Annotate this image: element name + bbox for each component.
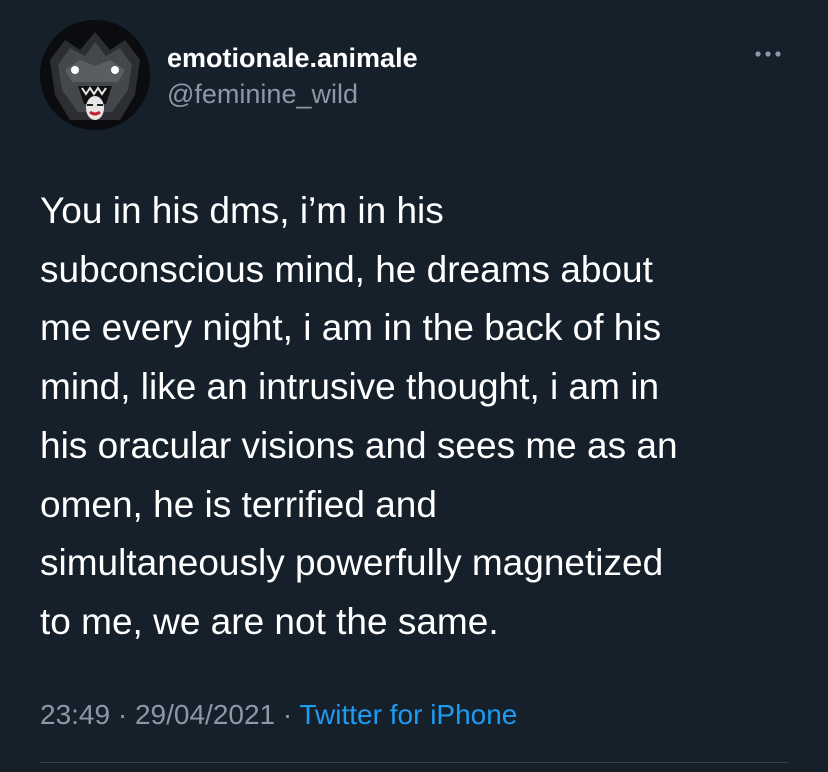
tweet-card: emotionale.animale @feminine_wild You in… [0,0,828,772]
tweet-meta: 23:49 · 29/04/2021 · Twitter for iPhone [40,697,517,733]
tweet-source-link[interactable]: Twitter for iPhone [300,699,518,730]
tweet-header: emotionale.animale @feminine_wild [40,20,788,130]
tweet-text-line: mind, like an intrusive thought, i am in [40,366,660,408]
divider [40,762,788,763]
tweet-text-line: his oracular visions and sees me as an [40,424,678,466]
tweet-text-line: You in his dms, i’m in his [40,190,444,231]
tweet-date[interactable]: 29/04/2021 [135,699,275,730]
user-names: emotionale.animale @feminine_wild [167,42,418,110]
meta-separator: · [110,699,135,730]
user-handle[interactable]: @feminine_wild [167,78,418,110]
tweet-time[interactable]: 23:49 [40,699,110,730]
more-options-icon[interactable] [748,42,788,66]
display-name[interactable]: emotionale.animale [167,42,418,74]
tweet-text-line: omen, he is terrified and [40,483,437,525]
wolf-avatar-icon[interactable] [40,20,150,130]
tweet-text-line: to me, we are not the same. [40,600,499,642]
meta-separator: · [275,699,300,730]
tweet-text-line: simultaneously powerfully magnetized [40,542,664,584]
tweet-text-line: me every night, i am in the back of his [40,307,662,349]
tweet-text-line: subconscious mind, he dreams about [40,248,653,290]
tweet-text: You in his dms, i’m in his subconscious … [40,182,790,652]
